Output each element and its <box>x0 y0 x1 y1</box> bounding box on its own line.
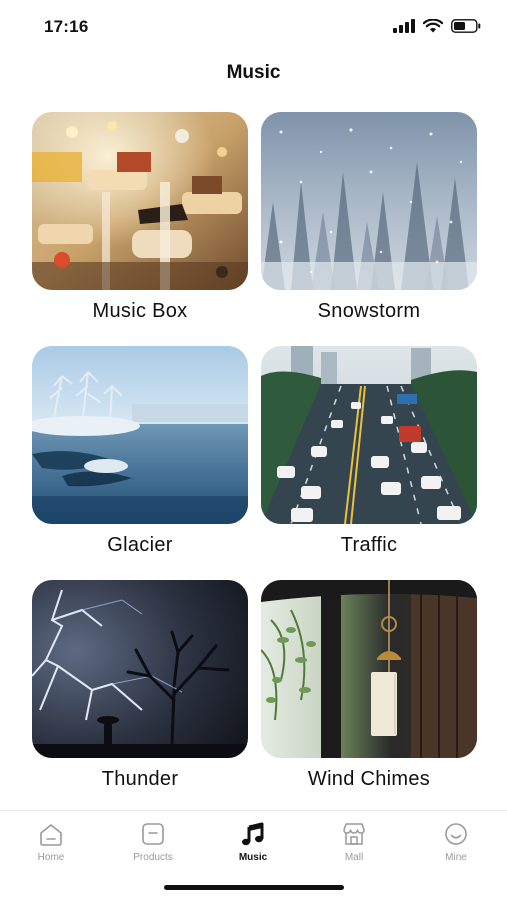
tab-label: Mall <box>344 852 364 863</box>
battery-icon <box>451 19 481 33</box>
tab-mine[interactable]: Mine <box>411 821 501 863</box>
snowstorm-image <box>261 112 477 290</box>
glacier-image <box>32 346 248 524</box>
sound-card-label: Wind Chimes <box>307 768 431 790</box>
status-icons <box>393 19 481 33</box>
sound-card-traffic[interactable]: Traffic <box>261 346 477 580</box>
sound-card-label: Glacier <box>107 534 173 556</box>
sound-card-wind-chimes[interactable]: Wind Chimes <box>261 580 477 814</box>
status-time: 17:16 <box>44 17 89 36</box>
tab-label: Products <box>133 852 173 863</box>
status-bar: 17:16 <box>0 0 507 52</box>
sound-card-label: Thunder <box>101 768 179 790</box>
sound-card-snowstorm[interactable]: Snowstorm <box>261 112 477 346</box>
wifi-icon <box>423 19 443 33</box>
tab-label: Mine <box>445 852 467 863</box>
sound-grid: Music Box Snowstorm Glacier Traffic Thun… <box>32 112 477 814</box>
wind-chimes-image <box>261 580 477 758</box>
thunder-image <box>32 580 248 758</box>
tab-label: Music <box>238 852 268 863</box>
tab-label: Home <box>37 852 65 863</box>
sound-card-thunder[interactable]: Thunder <box>32 580 248 814</box>
sound-card-glacier[interactable]: Glacier <box>32 346 248 580</box>
mine-icon <box>445 823 467 845</box>
tab-home[interactable]: Home <box>6 821 96 863</box>
tab-products[interactable]: Products <box>108 821 198 863</box>
sound-card-label: Music Box <box>92 300 188 322</box>
mall-icon <box>343 823 365 845</box>
sound-card-music-box[interactable]: Music Box <box>32 112 248 346</box>
sound-card-label: Traffic <box>340 534 398 556</box>
sound-card-label: Snowstorm <box>317 300 421 322</box>
page-title: Music <box>226 62 281 83</box>
cellular-signal-icon <box>393 19 415 33</box>
tab-mall[interactable]: Mall <box>309 821 399 863</box>
music-note-icon <box>242 822 264 846</box>
music-box-image <box>32 112 248 290</box>
home-icon <box>40 824 62 846</box>
traffic-image <box>261 346 477 524</box>
tab-music[interactable]: Music <box>208 821 298 863</box>
products-icon <box>142 823 164 845</box>
home-indicator <box>164 885 344 890</box>
